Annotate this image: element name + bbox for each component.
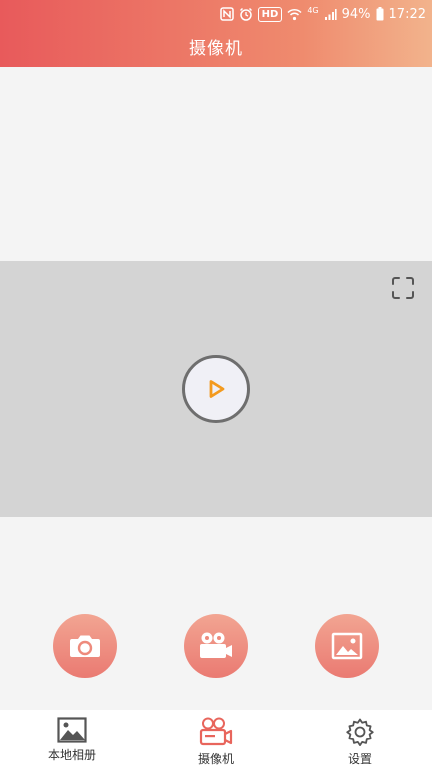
gallery-icon <box>57 717 87 743</box>
battery-percent: 94% <box>341 6 371 22</box>
bottom-navigation: 本地相册 摄像机 设置 <box>0 710 432 768</box>
take-photo-button[interactable] <box>53 614 117 678</box>
app-header: HD 4G 94% 17:22 摄像机 <box>0 0 432 67</box>
nav-item-local-album[interactable]: 本地相册 <box>0 710 144 768</box>
fullscreen-button[interactable] <box>391 276 415 300</box>
page-title: 摄像机 <box>189 39 243 59</box>
play-icon <box>209 380 225 398</box>
gear-icon <box>346 718 374 746</box>
nav-item-camera[interactable]: 摄像机 <box>144 710 288 768</box>
nav-item-settings[interactable]: 设置 <box>288 710 432 768</box>
wifi-icon <box>287 8 302 21</box>
alarm-icon <box>239 7 253 21</box>
network-type: 4G <box>307 5 319 15</box>
nfc-icon <box>219 7 234 21</box>
status-bar: HD 4G 94% 17:22 <box>219 4 426 24</box>
clock: 17:22 <box>388 6 426 22</box>
record-video-button[interactable] <box>184 614 248 678</box>
nav-label-settings: 设置 <box>347 752 372 766</box>
open-gallery-button[interactable] <box>315 614 379 678</box>
signal-icon <box>324 8 337 21</box>
video-camera-icon <box>200 632 232 658</box>
image-icon <box>331 632 363 660</box>
video-camera-icon <box>199 717 233 746</box>
fullscreen-icon <box>392 277 414 299</box>
nav-label-local-album: 本地相册 <box>47 748 96 762</box>
nav-label-camera: 摄像机 <box>197 752 234 766</box>
battery-icon <box>376 7 384 21</box>
hd-badge: HD <box>257 6 283 22</box>
play-button[interactable] <box>182 355 250 423</box>
camera-icon <box>70 635 100 657</box>
